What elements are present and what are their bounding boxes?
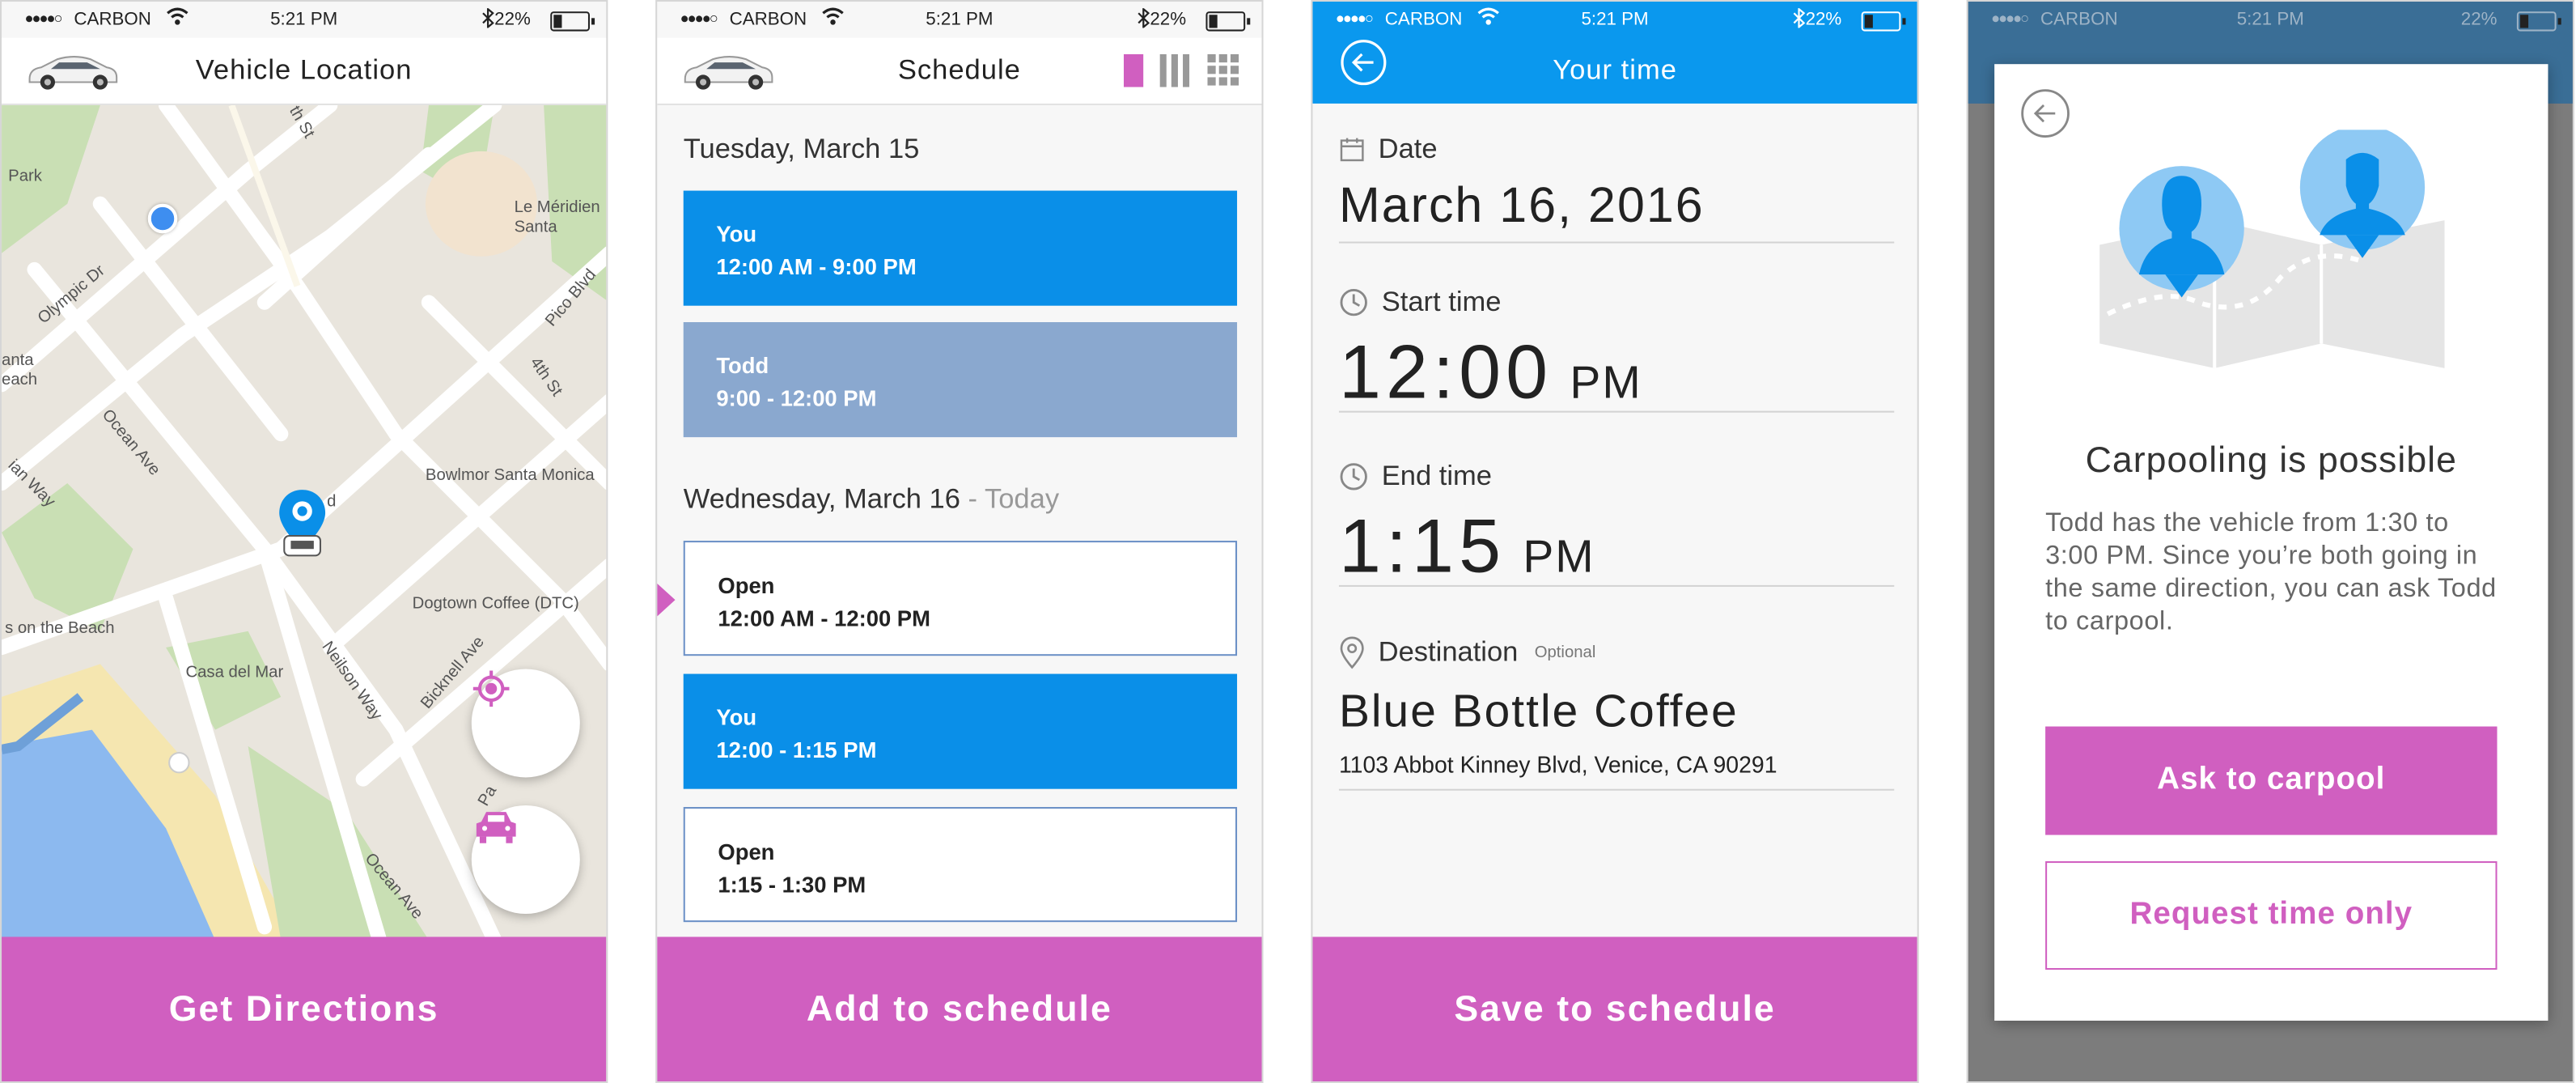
modal-heading: Carpooling is possible — [2085, 439, 2457, 480]
start-time-label-row: Start time — [1339, 286, 1502, 319]
divider — [1338, 584, 1895, 587]
day-heading-label: Wednesday, March 16 — [683, 482, 960, 515]
battery-percent: 22% — [2460, 10, 2498, 30]
end-time-value[interactable]: 1:15 PM — [1339, 501, 1595, 590]
schedule-slot[interactable]: Open 12:00 AM - 12:00 PM — [683, 541, 1238, 656]
month-view-icon[interactable] — [1207, 54, 1240, 87]
destination-address: 1103 Abbot Kinney Blvd, Venice, CA 90291 — [1338, 750, 1777, 778]
day-heading-label: Tuesday, March 15 — [683, 133, 920, 165]
start-period: PM — [1570, 356, 1642, 408]
save-to-schedule-button[interactable]: Save to schedule — [1312, 936, 1917, 1082]
end-period: PM — [1523, 530, 1595, 582]
destination-label-row: Destination Optional — [1339, 636, 1595, 669]
optional-label: Optional — [1534, 643, 1596, 662]
destination-label: Destination — [1378, 635, 1519, 668]
nav-bar: Schedule — [657, 37, 1262, 105]
current-time-marker — [657, 583, 676, 617]
slot-name: You — [716, 222, 757, 247]
slot-time: 9:00 - 12:00 PM — [716, 386, 877, 411]
schedule-screen: ●●●●○ CARBON 5:21 PM 22% Schedule Tuesda… — [655, 0, 1264, 1083]
your-time-screen: ●●●●○ CARBON 5:21 PM 22% Your time Date — [1311, 0, 1919, 1083]
bluetooth-icon — [1137, 6, 1150, 32]
start-time-label: Start time — [1381, 286, 1502, 317]
status-bar: ●●●●○ CARBON 5:21 PM 22% — [657, 2, 1261, 38]
back-arrow-icon[interactable] — [2019, 87, 2072, 140]
slot-time: 12:00 AM - 12:00 PM — [718, 606, 930, 631]
map-label: anta each — [2, 351, 38, 390]
battery-percent: 22% — [1805, 10, 1842, 30]
divider — [1338, 241, 1895, 244]
bluetooth-icon — [1792, 6, 1806, 32]
clock-icon — [1340, 288, 1367, 316]
modal-body-text: Todd has the vehicle from 1:30 to 3:00 P… — [2045, 509, 2497, 636]
map-label: Park — [8, 168, 42, 186]
add-to-schedule-button[interactable]: Add to schedule — [657, 936, 1262, 1082]
nav-bar: ●●●●○ CARBON 5:21 PM 22% Your time — [1312, 2, 1917, 104]
schedule-slot[interactable]: You 12:00 AM - 9:00 PM — [683, 190, 1238, 306]
slot-name: Todd — [716, 353, 769, 379]
date-value[interactable]: March 16, 2016 — [1339, 179, 1705, 235]
date-label-row: Date — [1339, 133, 1438, 166]
status-bar: ●●●●○ CARBON 5:21 PM 22% — [2, 2, 606, 38]
today-label: - Today — [960, 482, 1060, 515]
request-time-only-button[interactable]: Request time only — [2045, 861, 2498, 970]
vehicle-button[interactable] — [471, 805, 580, 915]
status-bar: ●●●●○ CARBON 5:21 PM 22% — [1312, 2, 1917, 38]
end-time: 1:15 — [1338, 503, 1506, 588]
day-view-icon[interactable] — [1123, 54, 1144, 87]
battery-icon — [1861, 11, 1906, 32]
battery-icon — [1205, 11, 1251, 32]
recenter-button[interactable] — [471, 669, 580, 778]
carpool-modal: Carpooling is possible Todd has the vehi… — [1994, 64, 2548, 1021]
week-view-icon[interactable] — [1159, 54, 1190, 87]
map-label: Dogtown Coffee (DTC) — [412, 595, 579, 614]
map-view[interactable]: Park Olympic Dr Le Méridien Santa Pico B… — [2, 104, 607, 941]
start-time-value[interactable]: 12:00 PM — [1339, 327, 1642, 416]
bluetooth-icon — [481, 6, 494, 32]
map-label: s on the Beach — [5, 619, 115, 638]
map-label: Bowlmor Santa Monica — [425, 466, 595, 486]
end-time-label: End time — [1381, 460, 1492, 492]
slot-time: 12:00 - 1:15 PM — [716, 737, 877, 763]
divider — [1338, 788, 1895, 791]
screen-title: Vehicle Location — [195, 54, 413, 86]
carpool-screen: ●●●●○ CARBON 5:21 PM 22% Carpooling is p… — [1966, 0, 2574, 1083]
slot-name: You — [716, 705, 757, 730]
calendar-icon — [1340, 138, 1364, 162]
slot-name: Open — [718, 839, 775, 865]
nav-bar: Vehicle Location — [2, 37, 607, 105]
slot-time: 12:00 AM - 9:00 PM — [716, 254, 917, 280]
current-location-dot — [147, 203, 178, 234]
get-directions-button[interactable]: Get Directions — [2, 936, 607, 1082]
day-heading: Tuesday, March 15 — [684, 133, 920, 166]
slot-name: Open — [718, 573, 775, 599]
map-label: Casa del Mar — [185, 664, 284, 682]
battery-percent: 22% — [494, 10, 531, 30]
clock-icon — [1340, 463, 1367, 491]
destination-name[interactable]: Blue Bottle Coffee — [1339, 686, 1739, 738]
schedule-slot[interactable]: Todd 9:00 - 12:00 PM — [683, 321, 1238, 438]
map-label: Le Méridien Santa — [514, 198, 600, 237]
battery-icon — [550, 11, 595, 32]
status-bar: ●●●●○ CARBON 5:21 PM 22% — [1968, 2, 2573, 38]
location-pin-icon — [1340, 636, 1364, 669]
carpool-map-illustration — [2099, 130, 2445, 368]
end-time-label-row: End time — [1339, 461, 1492, 494]
map-pin-icon[interactable] — [276, 486, 328, 562]
battery-percent: 22% — [1150, 10, 1187, 30]
battery-icon — [2516, 11, 2561, 32]
date-label: Date — [1378, 133, 1438, 165]
ask-to-carpool-button[interactable]: Ask to carpool — [2045, 726, 2498, 835]
divider — [1338, 410, 1895, 413]
start-time: 12:00 — [1338, 329, 1553, 414]
vehicle-location-screen: ●●●●○ CARBON 5:21 PM 22% Vehicle Locatio… — [0, 0, 608, 1083]
schedule-slot[interactable]: You 12:00 - 1:15 PM — [683, 673, 1238, 789]
screen-title: Your time — [1553, 54, 1677, 86]
storyboard: ●●●●○ CARBON 5:21 PM 22% Vehicle Locatio… — [0, 0, 2576, 1083]
car-front-icon — [476, 812, 516, 843]
slot-time: 1:15 - 1:30 PM — [718, 873, 866, 898]
locate-icon — [472, 670, 510, 707]
day-heading: Wednesday, March 16 - Today — [684, 483, 1059, 516]
schedule-slot[interactable]: Open 1:15 - 1:30 PM — [683, 807, 1238, 923]
